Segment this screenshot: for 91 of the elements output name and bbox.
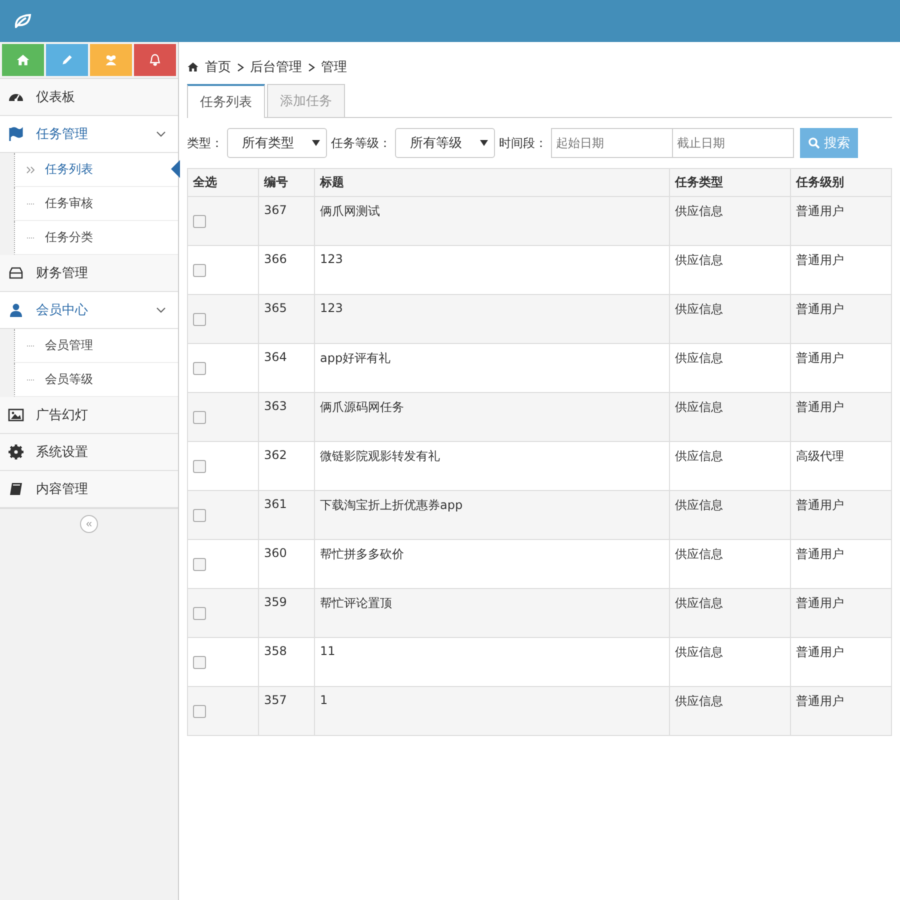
tab[interactable]: 任务列表 — [187, 84, 265, 118]
row-checkbox[interactable] — [193, 460, 206, 473]
table-cell: 普通用户 — [790, 686, 892, 736]
shortcut-button[interactable] — [134, 44, 176, 76]
row-checkbox[interactable] — [193, 411, 206, 424]
column-header: 标题 — [314, 168, 670, 196]
sidebar-item[interactable]: 任务管理 — [0, 116, 178, 153]
table-cell: 普通用户 — [790, 196, 892, 246]
leaf-icon — [14, 14, 32, 28]
dropdown-arrow-icon — [312, 140, 320, 146]
row-checkbox[interactable] — [193, 607, 206, 620]
flag-icon — [8, 126, 24, 142]
type-dropdown[interactable]: 所有类型 — [227, 128, 327, 158]
table-cell: 供应信息 — [670, 490, 790, 540]
row-checkbox[interactable] — [193, 313, 206, 326]
row-checkbox[interactable] — [193, 264, 206, 277]
filter-label: 类型： — [187, 134, 223, 152]
chevron-icon — [237, 62, 244, 72]
table-cell: 普通用户 — [790, 490, 892, 540]
user-icon — [8, 302, 24, 318]
table-cell: 供应信息 — [670, 294, 790, 344]
row-checkbox[interactable] — [193, 705, 206, 718]
table-cell: 帮忙评论置顶 — [314, 588, 670, 638]
sidebar-item[interactable]: 仪表板 — [0, 79, 178, 116]
row-checkbox[interactable] — [193, 215, 206, 228]
column-header: 编号 — [258, 168, 314, 196]
dotted-line-icon — [25, 236, 37, 238]
table-cell: 367 — [258, 196, 314, 246]
sidebar-item[interactable]: 内容管理 — [0, 471, 178, 508]
table-cell: 供应信息 — [670, 196, 790, 246]
table-cell: 1 — [314, 686, 670, 736]
level-dropdown[interactable]: 所有等级 — [395, 128, 495, 158]
home-icon — [16, 53, 30, 67]
table-cell: 359 — [258, 588, 314, 638]
shortcut-button[interactable] — [46, 44, 88, 76]
submenu-item[interactable]: 会员等级 — [14, 363, 178, 397]
sidebar-item[interactable]: 广告幻灯 — [0, 397, 178, 434]
double-chevron-icon — [25, 166, 37, 174]
filter-label: 时间段： — [499, 134, 547, 152]
submenu-item[interactable]: 任务分类 — [14, 221, 178, 255]
table-cell: 357 — [258, 686, 314, 736]
table-cell: 下载淘宝折上折优惠券app — [314, 490, 670, 540]
chevron-icon — [156, 129, 166, 139]
chevron-icon — [308, 62, 315, 72]
column-header: 任务级别 — [790, 168, 892, 196]
submenu-item[interactable]: 任务审核 — [14, 187, 178, 221]
dotted-line-icon — [25, 344, 37, 346]
bell-icon — [148, 53, 162, 67]
table-cell: 供应信息 — [670, 588, 790, 638]
table-cell: 供应信息 — [670, 392, 790, 442]
table-cell: 普通用户 — [790, 294, 892, 344]
users-icon — [104, 53, 118, 67]
end-date-field[interactable]: 截止日期 — [672, 128, 794, 158]
shortcut-button[interactable] — [2, 44, 44, 76]
chevron-icon — [156, 305, 166, 315]
gear-icon — [8, 444, 24, 460]
book-icon — [8, 481, 24, 497]
table-cell: 363 — [258, 392, 314, 442]
table-cell: 普通用户 — [790, 392, 892, 442]
sidebar-item[interactable]: 财务管理 — [0, 255, 178, 292]
home-icon — [187, 61, 199, 73]
column-header: 任务类型 — [670, 168, 790, 196]
table-cell: 俩爪源码网任务 — [314, 392, 670, 442]
row-checkbox[interactable] — [193, 509, 206, 522]
submenu-item[interactable]: 任务列表 — [14, 153, 178, 187]
column-header: 全选 — [188, 168, 258, 196]
table-cell: 供应信息 — [670, 686, 790, 736]
dotted-line-icon — [25, 378, 37, 380]
table-cell: 俩爪网测试 — [314, 196, 670, 246]
dotted-line-icon — [25, 202, 37, 204]
row-checkbox[interactable] — [193, 558, 206, 571]
dropdown-arrow-icon — [480, 140, 488, 146]
start-date-field[interactable]: 起始日期 — [551, 128, 673, 158]
drive-icon — [8, 265, 24, 281]
breadcrumb-link[interactable]: 管理 — [321, 58, 347, 76]
submenu-item[interactable]: 会员管理 — [14, 329, 178, 363]
sidebar-item[interactable]: 会员中心 — [0, 292, 178, 329]
row-checkbox[interactable] — [193, 656, 206, 669]
row-checkbox[interactable] — [193, 362, 206, 375]
shortcut-button[interactable] — [90, 44, 132, 76]
edit-icon — [60, 53, 74, 67]
search-icon — [808, 137, 820, 149]
table-cell: 123 — [314, 294, 670, 344]
filter-label: 任务等级： — [331, 134, 391, 152]
picture-icon — [8, 407, 24, 423]
table-cell: 普通用户 — [790, 588, 892, 638]
breadcrumb-link[interactable]: 后台管理 — [250, 58, 302, 76]
breadcrumb-link[interactable]: 首页 — [205, 58, 231, 76]
sidebar-item[interactable]: 系统设置 — [0, 434, 178, 471]
table-cell: 361 — [258, 490, 314, 540]
table-cell: 365 — [258, 294, 314, 344]
